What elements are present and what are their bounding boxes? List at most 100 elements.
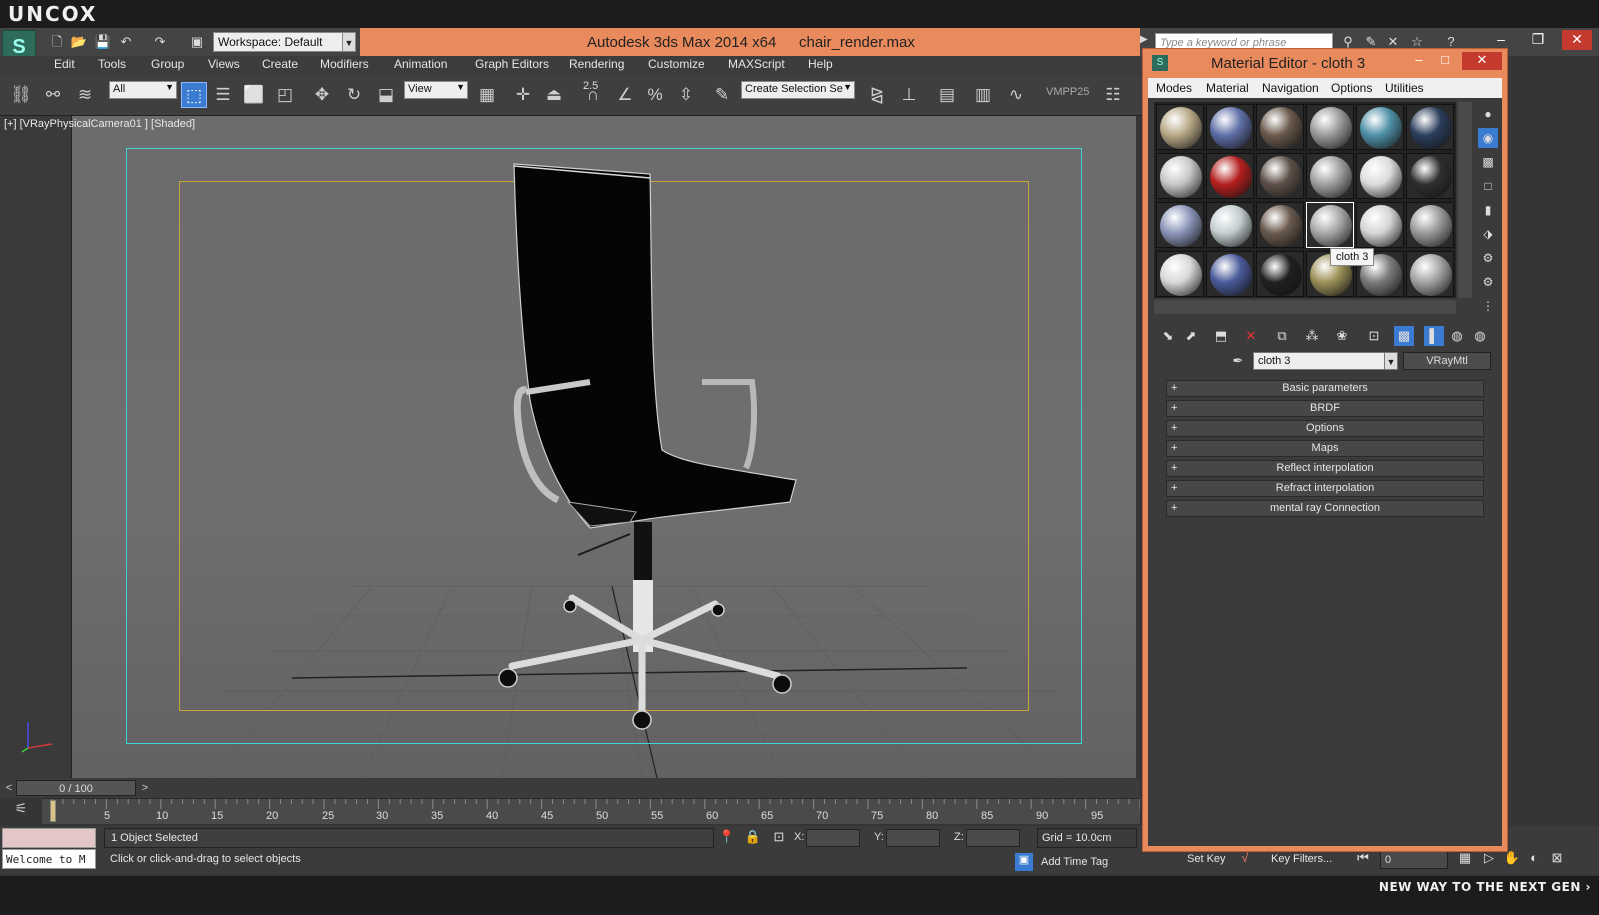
selection-lock-icon[interactable]: 🔒: [744, 829, 762, 847]
maxscript-mini-listener[interactable]: Welcome to M: [2, 849, 96, 869]
rollout-maps[interactable]: + Maps: [1166, 440, 1484, 457]
time-config-icon[interactable]: ▦: [1456, 850, 1474, 868]
menu-edit[interactable]: Edit: [54, 57, 75, 71]
scale-icon[interactable]: ⬓: [373, 82, 399, 108]
move-icon[interactable]: ✥: [309, 82, 335, 108]
backlight-icon[interactable]: ◉: [1478, 128, 1498, 148]
me-menu-options[interactable]: Options: [1331, 81, 1372, 95]
z-coordinate-field[interactable]: [966, 829, 1020, 847]
set-key-button[interactable]: Set Key: [1187, 853, 1226, 865]
video-color-check-icon[interactable]: ▮: [1478, 200, 1498, 220]
window-crossing-icon[interactable]: ◰: [272, 82, 298, 108]
menu-rendering[interactable]: Rendering: [569, 57, 624, 71]
menu-customize[interactable]: Customize: [648, 57, 705, 71]
go-forward-sibling-icon[interactable]: ◍: [1447, 326, 1467, 346]
material-slot[interactable]: [1356, 104, 1404, 150]
me-menu-utilities[interactable]: Utilities: [1385, 81, 1424, 95]
material-slot[interactable]: [1406, 153, 1454, 199]
workspace-dropdown[interactable]: Workspace: Default: [213, 32, 343, 52]
edit-named-selection-icon[interactable]: ✎: [709, 82, 735, 108]
curve-editor-icon[interactable]: ∿: [1003, 82, 1029, 108]
eyedropper-icon[interactable]: ✒: [1229, 353, 1247, 371]
show-map-in-viewport-icon[interactable]: ⊡: [1364, 326, 1384, 346]
sample-type-icon[interactable]: ●: [1478, 104, 1498, 124]
layer-manager-icon[interactable]: ▤: [934, 82, 960, 108]
rollout-options[interactable]: + Options: [1166, 420, 1484, 437]
material-slot[interactable]: [1206, 202, 1254, 248]
maxscript-listener-output[interactable]: [2, 828, 96, 848]
material-id-channel-icon[interactable]: ❀: [1332, 326, 1352, 346]
reference-coordinate-dropdown[interactable]: View ▼: [404, 81, 468, 99]
time-slider[interactable]: 0 / 100: [16, 780, 136, 796]
scene-explorer-icon[interactable]: ▥: [970, 82, 996, 108]
menu-tools[interactable]: Tools: [98, 57, 126, 71]
rollout-reflect-interpolation[interactable]: + Reflect interpolation: [1166, 460, 1484, 477]
material-type-button[interactable]: VRayMtl: [1403, 352, 1491, 370]
menu-create[interactable]: Create: [262, 57, 298, 71]
menu-graph-editors[interactable]: Graph Editors: [475, 57, 549, 71]
select-by-material-icon[interactable]: ⚙: [1478, 272, 1498, 292]
selection-filter-dropdown[interactable]: All ▼: [109, 81, 177, 99]
key-filters-button[interactable]: Key Filters...: [1271, 853, 1332, 865]
named-selection-dropdown[interactable]: Create Selection Se ▼: [741, 81, 855, 99]
link-icon[interactable]: ⛓: [8, 82, 34, 108]
save-icon[interactable]: 💾: [94, 33, 112, 51]
restore-button[interactable]: ❐: [1523, 30, 1553, 50]
menu-views[interactable]: Views: [208, 57, 240, 71]
add-time-tag-button[interactable]: Add Time Tag: [1041, 856, 1108, 868]
time-cursor[interactable]: [50, 800, 56, 822]
background-checker-icon[interactable]: ▩: [1478, 152, 1498, 172]
chevron-down-icon[interactable]: ▼: [342, 32, 356, 52]
assign-to-selection-icon[interactable]: ⬒: [1211, 326, 1231, 346]
material-slot[interactable]: [1356, 202, 1404, 248]
put-to-library-icon[interactable]: ⁂: [1302, 326, 1322, 346]
select-object-icon[interactable]: ⬚: [181, 82, 207, 108]
select-by-name-icon[interactable]: ☰: [210, 82, 236, 108]
material-slot[interactable]: [1206, 104, 1254, 150]
material-slot[interactable]: [1306, 153, 1354, 199]
material-slot[interactable]: [1406, 104, 1454, 150]
ribbon-toggle-icon[interactable]: ☷: [1100, 82, 1126, 108]
rollout-brdf[interactable]: + BRDF: [1166, 400, 1484, 417]
align-icon[interactable]: ⊥: [896, 82, 922, 108]
show-end-result-icon[interactable]: ▩: [1394, 326, 1414, 346]
track-bar[interactable]: [42, 798, 1140, 824]
slots-horizontal-scrollbar[interactable]: [1154, 300, 1456, 314]
material-slot[interactable]: [1256, 251, 1304, 297]
next-frame-button[interactable]: >: [138, 780, 152, 796]
y-coordinate-field[interactable]: [886, 829, 940, 847]
reset-map-icon[interactable]: ✕: [1241, 326, 1261, 346]
material-slot[interactable]: [1156, 153, 1204, 199]
maximize-toggle-icon[interactable]: ⊠: [1548, 850, 1566, 868]
current-frame-field[interactable]: 0: [1380, 851, 1448, 869]
material-name-field[interactable]: cloth 3: [1253, 352, 1398, 370]
material-slot[interactable]: [1356, 153, 1404, 199]
material-slot[interactable]: [1256, 153, 1304, 199]
new-file-icon[interactable]: 🗋: [48, 33, 66, 51]
rectangular-selection-icon[interactable]: ⬜: [241, 82, 267, 108]
material-slot[interactable]: [1256, 202, 1304, 248]
x-coordinate-field[interactable]: [806, 829, 860, 847]
go-to-parent-icon[interactable]: ▌: [1424, 326, 1444, 346]
bind-space-warp-icon[interactable]: ≋: [72, 82, 98, 108]
me-close-button[interactable]: ✕: [1462, 52, 1502, 70]
select-manipulate-icon[interactable]: ✛: [510, 82, 536, 108]
material-slot[interactable]: [1406, 202, 1454, 248]
close-button[interactable]: ✕: [1562, 30, 1592, 50]
mirror-icon[interactable]: ⧎: [864, 82, 890, 108]
menu-modifiers[interactable]: Modifiers: [320, 57, 369, 71]
material-navigator-icon[interactable]: ⋮: [1478, 296, 1498, 316]
me-menu-material[interactable]: Material: [1206, 81, 1249, 95]
options-icon[interactable]: ⚙: [1478, 248, 1498, 268]
material-slot[interactable]: [1156, 104, 1204, 150]
rollout-basic-parameters[interactable]: + Basic parameters: [1166, 380, 1484, 397]
expand-arrow-icon[interactable]: ▶: [1140, 34, 1148, 45]
sample-uv-tiling-icon[interactable]: □: [1478, 176, 1498, 196]
snaps-toggle-icon[interactable]: ∩: [580, 82, 606, 108]
pick-material-icon[interactable]: ◍: [1470, 326, 1490, 346]
menu-maxscript[interactable]: MAXScript: [728, 57, 785, 71]
rotate-icon[interactable]: ↻: [341, 82, 367, 108]
me-menu-modes[interactable]: Modes: [1156, 81, 1192, 95]
make-unique-icon[interactable]: ⧉: [1272, 326, 1292, 346]
material-slot[interactable]: [1406, 251, 1454, 297]
